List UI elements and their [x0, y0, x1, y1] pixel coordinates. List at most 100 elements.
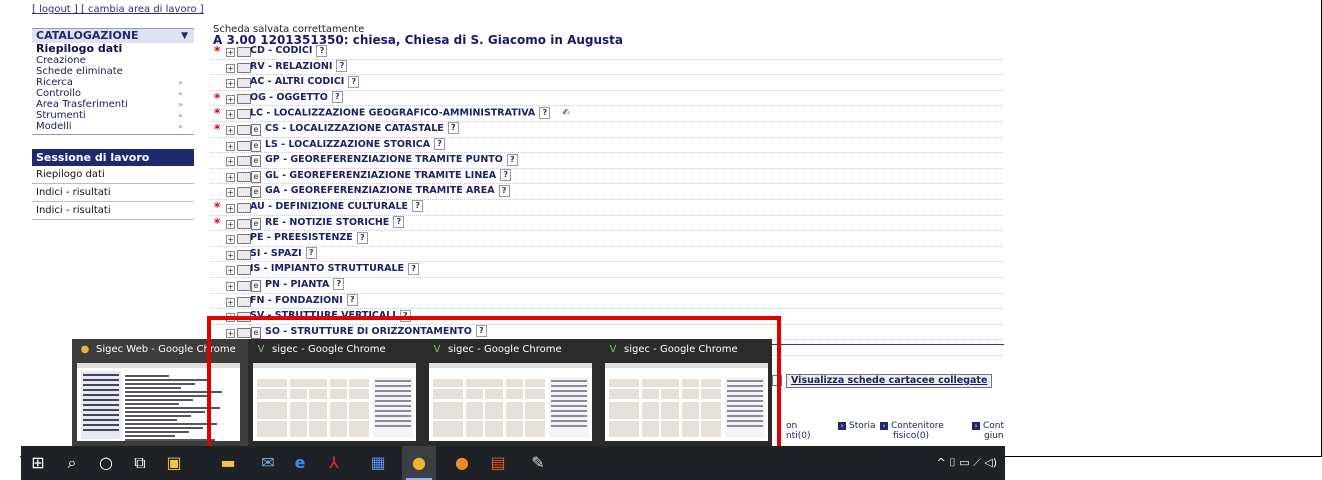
chevron-down-icon[interactable]: ▼: [181, 29, 188, 43]
section-row[interactable]: + e GL - GEOREFERENZIAZIONE TRAMITE LINEA?: [210, 169, 1003, 185]
section-label[interactable]: IS - IMPIANTO STRUTTURALE?: [250, 262, 420, 276]
expand-icon[interactable]: +: [226, 125, 235, 135]
section-row[interactable]: + PE - PREESISTENZE?: [210, 231, 1003, 247]
help-icon[interactable]: ?: [348, 75, 360, 88]
expand-icon[interactable]: +: [226, 172, 235, 182]
section-row[interactable]: + e GA - GEOREFERENZIAZIONE TRAMITE AREA?: [210, 184, 1003, 200]
expand-icon[interactable]: +: [226, 48, 235, 57]
expand-icon[interactable]: +: [226, 110, 235, 120]
session-row[interactable]: Riepilogo dati: [32, 166, 194, 184]
section-label[interactable]: PE - PREESISTENZE?: [250, 231, 368, 245]
section-row[interactable]: * + e CS - LOCALIZZAZIONE CATASTALE?: [210, 122, 1003, 138]
expand-icon[interactable]: +: [226, 250, 235, 260]
help-icon[interactable]: ?: [316, 44, 328, 57]
document-icon[interactable]: e: [251, 155, 261, 168]
section-label[interactable]: SI - SPAZI?: [250, 247, 317, 261]
section-row[interactable]: + SI - SPAZI?: [210, 247, 1003, 263]
document-icon[interactable]: e: [251, 217, 261, 230]
section-row[interactable]: + e PN - PIANTA?: [210, 278, 1003, 294]
mail-icon[interactable]: ✉: [251, 446, 285, 480]
section-label[interactable]: GL - GEOREFERENZIAZIONE TRAMITE LINEA?: [265, 169, 512, 183]
expand-icon[interactable]: +: [226, 157, 235, 167]
help-icon[interactable]: ?: [331, 91, 343, 104]
section-label[interactable]: RV - RELAZIONI?: [250, 60, 348, 74]
section-row[interactable]: * + e RE - NOTIZIE STORICHE?: [210, 216, 1003, 232]
section-row[interactable]: * + LC - LOCALIZZAZIONE GEOGRAFICO-AMMINIS…: [210, 106, 1003, 122]
help-icon[interactable]: ?: [408, 262, 420, 275]
expand-icon[interactable]: +: [226, 79, 235, 89]
section-label[interactable]: PN - PIANTA?: [265, 278, 345, 292]
menu-item[interactable]: Ricerca »: [32, 77, 194, 88]
task-view-icon[interactable]: ⧉: [123, 446, 157, 480]
section-label[interactable]: OG - OGGETTO?: [250, 91, 343, 105]
menu-item[interactable]: Modelli »: [32, 121, 194, 132]
section-label[interactable]: LS - LOCALIZZAZIONE STORICA?: [265, 138, 446, 152]
section-row[interactable]: + FN - FONDAZIONI?: [210, 294, 1003, 310]
expand-icon[interactable]: +: [226, 281, 235, 291]
expand-icon[interactable]: +: [226, 203, 235, 213]
section-row[interactable]: + RV - RELAZIONI?: [210, 60, 1003, 76]
expand-icon[interactable]: +: [226, 266, 235, 276]
section-label[interactable]: LC - LOCALIZZAZIONE GEOGRAFICO-AMMINISTR…: [250, 106, 570, 121]
word-icon[interactable]: ▦: [361, 446, 395, 480]
edge-icon[interactable]: e: [283, 446, 317, 480]
help-icon[interactable]: ?: [393, 216, 405, 229]
section-label[interactable]: AC - ALTRI CODICI?: [250, 75, 360, 89]
help-icon[interactable]: ?: [336, 60, 348, 73]
help-icon[interactable]: ?: [412, 200, 424, 213]
chrome-icon[interactable]: ●: [402, 446, 436, 480]
section-row[interactable]: * + AU - DEFINIZIONE CULTURALE?: [210, 200, 1003, 216]
misc-app-icon[interactable]: ✎: [521, 446, 555, 480]
session-row[interactable]: Indici - risultati: [32, 202, 194, 220]
section-row[interactable]: * + CD - CODICI?: [210, 44, 1003, 60]
store-icon[interactable]: ▣: [157, 446, 191, 480]
help-icon[interactable]: ?: [500, 169, 512, 182]
session-row[interactable]: Indici - risultati: [32, 184, 194, 202]
system-tray[interactable]: ^ ⌷ ▭ ⟋ ◁): [936, 446, 997, 480]
expand-icon[interactable]: +: [226, 235, 235, 245]
document-icon[interactable]: e: [251, 170, 261, 183]
partial-link-2[interactable]: › Cont: [972, 421, 1004, 431]
help-icon[interactable]: ?: [305, 247, 317, 260]
acrobat-icon[interactable]: ⅄: [317, 446, 351, 480]
menu-item[interactable]: Creazione: [32, 55, 194, 66]
section-label[interactable]: CS - LOCALIZZAZIONE CATASTALE?: [265, 122, 459, 136]
expand-icon[interactable]: +: [226, 188, 235, 198]
expand-icon[interactable]: +: [226, 94, 235, 104]
document-icon[interactable]: e: [251, 279, 261, 292]
section-row[interactable]: + e GP - GEOREFERENZIAZIONE TRAMITE PUNTO?: [210, 153, 1003, 169]
top-links[interactable]: [ logout ] [ cambia area di lavoro ]: [32, 4, 204, 15]
office-icon[interactable]: ▤: [481, 446, 515, 480]
storia-link[interactable]: › Storia: [838, 421, 875, 431]
menu-item[interactable]: Controllo »: [32, 88, 194, 99]
section-label[interactable]: CD - CODICI?: [250, 44, 328, 58]
section-label[interactable]: GA - GEOREFERENZIAZIONE TRAMITE AREA?: [265, 184, 510, 198]
section-label[interactable]: GP - GEOREFERENZIAZIONE TRAMITE PUNTO?: [265, 153, 518, 167]
expand-icon[interactable]: +: [226, 219, 235, 229]
edit-pen-icon[interactable]: ✍: [562, 106, 570, 120]
section-row[interactable]: + IS - IMPIANTO STRUTTURALE?: [210, 262, 1003, 278]
expand-icon[interactable]: +: [226, 141, 235, 151]
help-icon[interactable]: ?: [356, 231, 368, 244]
menu-item[interactable]: Strumenti »: [32, 110, 194, 121]
help-icon[interactable]: ?: [333, 278, 345, 291]
help-icon[interactable]: ?: [498, 184, 510, 197]
help-icon[interactable]: ?: [346, 294, 358, 306]
search-icon[interactable]: ⌕: [55, 446, 89, 480]
catalogazione-header[interactable]: CATALOGAZIONE ▼: [32, 28, 194, 43]
menu-item[interactable]: Area Trasferimenti »: [32, 99, 194, 110]
section-label[interactable]: RE - NOTIZIE STORICHE?: [265, 216, 405, 230]
help-icon[interactable]: ?: [506, 153, 518, 166]
document-icon[interactable]: e: [251, 186, 261, 199]
firefox-icon[interactable]: ●: [445, 446, 479, 480]
section-label[interactable]: AU - DEFINIZIONE CULTURALE?: [250, 200, 424, 214]
partial-link-1[interactable]: on: [786, 421, 797, 431]
menu-item[interactable]: Schede eliminate: [32, 66, 194, 77]
document-icon[interactable]: e: [251, 139, 261, 152]
cortana-icon[interactable]: ○: [89, 446, 123, 480]
contenitore-link[interactable]: › Contenitore: [880, 421, 944, 431]
menu-item[interactable]: Riepilogo dati: [32, 43, 194, 55]
section-row[interactable]: + AC - ALTRI CODICI?: [210, 75, 1003, 91]
help-icon[interactable]: ?: [434, 138, 446, 151]
help-icon[interactable]: ?: [539, 107, 551, 120]
